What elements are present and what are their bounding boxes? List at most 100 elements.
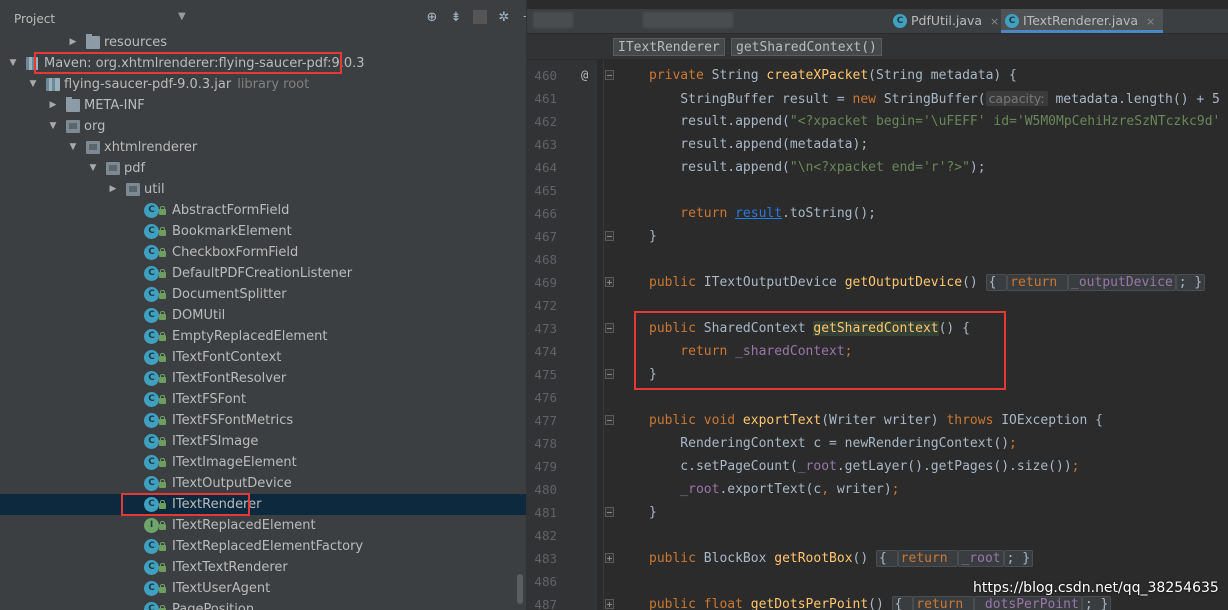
override-marker-icon[interactable]: @ <box>581 64 588 87</box>
tree-item[interactable]: ▼ Maven: org.xhtmlrenderer:flying-saucer-… <box>0 53 526 74</box>
tab-pdfutil[interactable]: C PdfUtil.java × <box>889 9 999 33</box>
fold-collapse-icon[interactable] <box>605 323 614 333</box>
code-line[interactable]: 483 public BlockBox getRootBox() { return… <box>527 547 1228 570</box>
expand-arrow-icon[interactable]: ▼ <box>68 137 78 158</box>
code-token: ; <box>891 482 900 497</box>
code-line[interactable]: 480 _root.exportText(c, writer); <box>527 478 1228 501</box>
tree-item-label: ITextReplacedElement <box>172 518 316 533</box>
code-line[interactable]: 481} <box>527 501 1228 524</box>
tree-item[interactable]: ▼ pdf <box>0 158 526 179</box>
tab-itextrenderer[interactable]: C ITextRenderer.java × <box>1001 9 1164 33</box>
fold-collapse-icon[interactable] <box>605 507 614 517</box>
tree-item[interactable]: C ITextImageElement <box>0 452 526 473</box>
code-line[interactable]: 475} <box>527 363 1228 386</box>
code-line[interactable]: 479 c.setPageCount(_root.getLayer().getP… <box>527 455 1228 478</box>
breadcrumb-method[interactable]: getSharedContext() <box>731 38 882 56</box>
tree-item[interactable]: ▶ META-INF <box>0 95 526 116</box>
tree-item[interactable]: I ITextReplacedElement <box>0 515 526 536</box>
code-line[interactable]: 464 result.append("\n<?xpacket end='r'?>… <box>527 156 1228 179</box>
expand-arrow-icon[interactable]: ▼ <box>28 74 38 95</box>
lock-icon <box>159 521 166 530</box>
code-line[interactable]: 467} <box>527 225 1228 248</box>
tree-item[interactable]: ▶ util <box>0 179 526 200</box>
fold-collapse-icon[interactable] <box>605 231 614 241</box>
class-icon: C <box>893 14 907 28</box>
tree-item[interactable]: C DOMUtil <box>0 305 526 326</box>
code-line[interactable]: 477 public void exportText(Writer writer)… <box>527 409 1228 432</box>
code-line[interactable]: 476 <box>527 386 1228 409</box>
code-line[interactable]: 473 public SharedContext getSharedContext… <box>527 317 1228 340</box>
tree-item-label: pdf <box>124 161 146 176</box>
code-token: _sharedContext <box>735 344 845 359</box>
code-line[interactable]: 465 <box>527 179 1228 202</box>
tree-item[interactable]: C ITextFontContext <box>0 347 526 368</box>
tree-item[interactable]: ▶ resources <box>0 32 526 53</box>
close-icon[interactable]: × <box>1146 15 1155 28</box>
tree-item[interactable]: C ITextTextRenderer <box>0 557 526 578</box>
code-token: } <box>649 367 657 382</box>
watermark: https://blog.csdn.net/qq_38254635 <box>973 580 1219 596</box>
tree-item-label: xhtmlrenderer <box>104 140 198 155</box>
fold-expand-icon[interactable] <box>605 599 614 609</box>
class-icon: C <box>144 287 166 302</box>
line-number: 473 <box>534 321 557 336</box>
code-token: ; } <box>1081 596 1112 610</box>
close-icon[interactable]: × <box>990 15 999 28</box>
collapse-arrow-icon[interactable]: ▶ <box>48 95 58 116</box>
expand-arrow-icon[interactable]: ▼ <box>8 53 18 74</box>
code-line[interactable]: 463 result.append(metadata); <box>527 133 1228 156</box>
locate-icon[interactable]: ⊕ <box>425 10 439 25</box>
code-line[interactable]: 469 public ITextOutputDevice getOutputDev… <box>527 271 1228 294</box>
breadcrumb-class[interactable]: ITextRenderer <box>613 38 725 56</box>
collapse-arrow-icon[interactable]: ▶ <box>108 179 118 200</box>
tree-item[interactable]: C ITextFontResolver <box>0 368 526 389</box>
tree-item[interactable]: C PagePosition <box>0 599 526 610</box>
tree-item[interactable]: C BookmarkElement <box>0 221 526 242</box>
tree-item[interactable]: C DefaultPDFCreationListener <box>0 263 526 284</box>
code-line[interactable]: 478 RenderingContext c = newRenderingCon… <box>527 432 1228 455</box>
code-token: public <box>649 275 704 290</box>
code-line[interactable]: 462 result.append("<?xpacket begin='\uFE… <box>527 110 1228 133</box>
tree-item[interactable]: C DocumentSplitter <box>0 284 526 305</box>
tree-item[interactable]: C ITextFSFontMetrics <box>0 410 526 431</box>
tree-item[interactable]: C EmptyReplacedElement <box>0 326 526 347</box>
class-icon: C <box>144 371 166 386</box>
code-line[interactable]: 466 return result.toString(); <box>527 202 1228 225</box>
fold-expand-icon[interactable] <box>605 553 614 563</box>
fold-collapse-icon[interactable] <box>605 369 614 379</box>
line-number: 486 <box>534 574 557 589</box>
code-line[interactable]: 461 StringBuffer result = new StringBuff… <box>527 87 1228 110</box>
code-text: _root.exportText(c, writer); <box>649 478 899 501</box>
code-line[interactable]: 468 <box>527 248 1228 271</box>
code-line[interactable]: 472 <box>527 294 1228 317</box>
collapse-icon[interactable]: ⇟ <box>449 10 463 25</box>
collapse-arrow-icon[interactable]: ▶ <box>68 32 78 53</box>
tree-item[interactable]: ▼ flying-saucer-pdf-9.0.3.jar library root <box>0 74 526 95</box>
code-line[interactable]: 460 @ private String createXPacket(String … <box>527 64 1228 87</box>
code-editor[interactable]: 460 @ private String createXPacket(String … <box>527 64 1228 610</box>
tree-item[interactable]: ▼ xhtmlrenderer <box>0 137 526 158</box>
tree-item[interactable]: C ITextFSFont <box>0 389 526 410</box>
tree-item[interactable]: C AbstractFormField <box>0 200 526 221</box>
class-icon: C <box>144 329 166 344</box>
tree-item[interactable]: C ITextFSImage <box>0 431 526 452</box>
fold-expand-icon[interactable] <box>605 277 614 287</box>
project-title[interactable]: Project <box>14 12 55 26</box>
tree-item[interactable]: C ITextOutputDevice <box>0 473 526 494</box>
package-icon <box>66 120 80 133</box>
code-line[interactable]: 482 <box>527 524 1228 547</box>
tree-item[interactable]: C ITextReplacedElementFactory <box>0 536 526 557</box>
tree-item[interactable]: C CheckboxFormField <box>0 242 526 263</box>
fold-collapse-icon[interactable] <box>605 415 614 425</box>
tree-item[interactable]: ▼ org <box>0 116 526 137</box>
fold-collapse-icon[interactable] <box>605 70 614 80</box>
expand-arrow-icon[interactable]: ▼ <box>88 158 98 179</box>
gear-icon[interactable]: ✲ <box>497 10 511 25</box>
tree-item[interactable]: C ITextUserAgent <box>0 578 526 599</box>
chevron-down-icon[interactable]: ▼ <box>178 11 186 22</box>
expand-arrow-icon[interactable]: ▼ <box>48 116 58 137</box>
code-token: _dotsPerPoint <box>974 596 1082 610</box>
tree-scrollbar[interactable] <box>517 574 523 604</box>
code-line[interactable]: 474 return _sharedContext; <box>527 340 1228 363</box>
tree-item[interactable]: C ITextRenderer <box>0 494 526 515</box>
